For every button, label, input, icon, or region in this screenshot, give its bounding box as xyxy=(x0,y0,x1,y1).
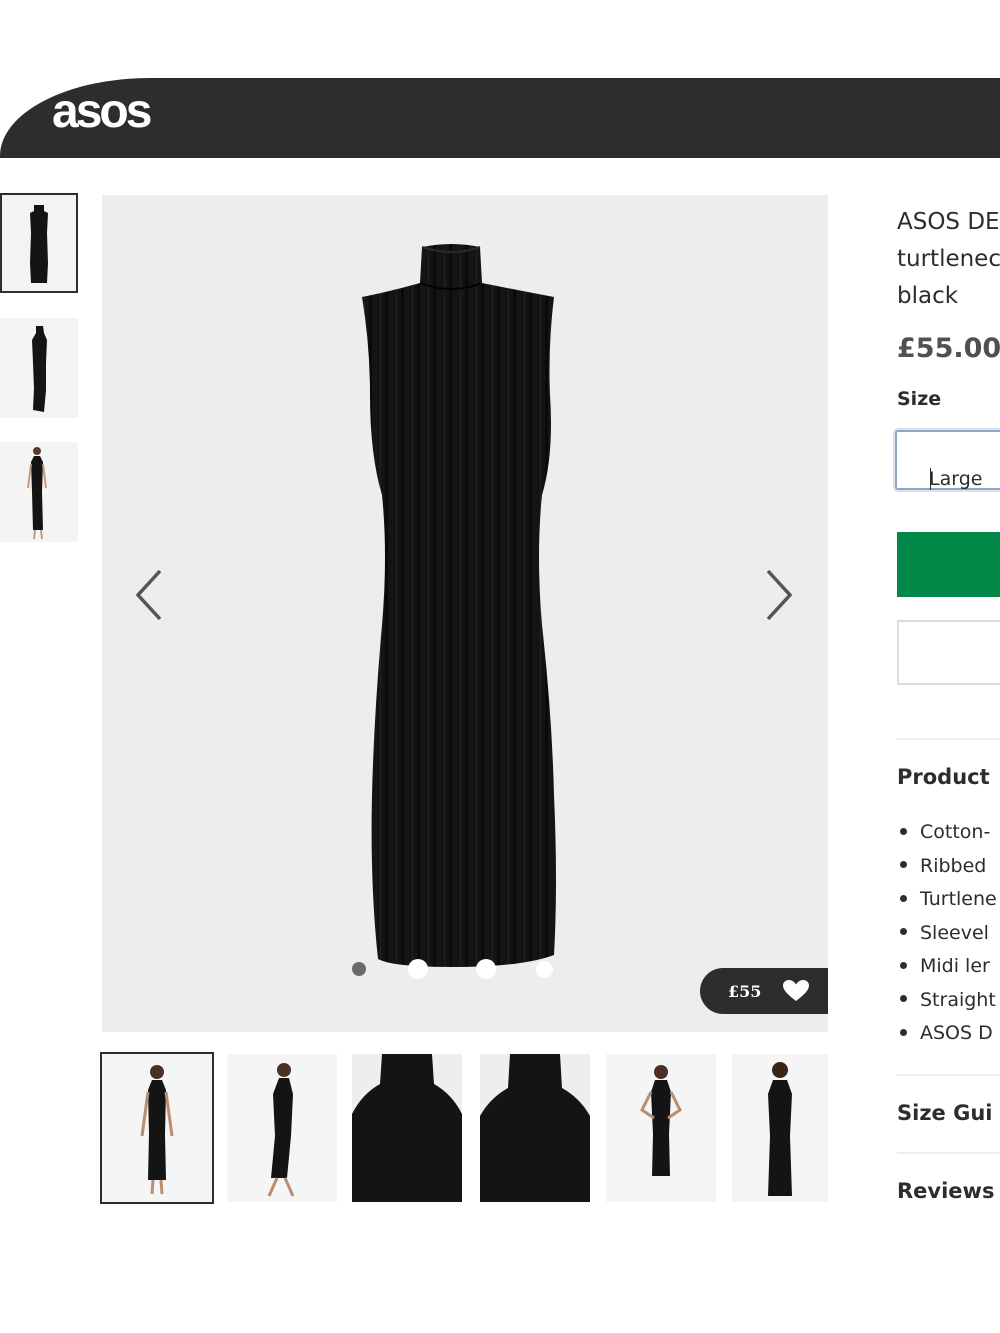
add-to-bag-button[interactable] xyxy=(897,532,1000,597)
menu-icon[interactable] xyxy=(0,115,17,125)
bottom-thumbnail-4[interactable] xyxy=(480,1054,590,1202)
model-side-thumbnail-image xyxy=(227,1054,337,1202)
ribbed-dress-image xyxy=(362,244,556,967)
main-product-image[interactable]: £55 xyxy=(102,195,828,1032)
model-pose-thumbnail-image xyxy=(606,1054,716,1202)
reviews-link[interactable]: Reviews xyxy=(897,1179,1000,1203)
neck-detail-thumbnail-image xyxy=(352,1054,462,1202)
model-thumbnail-image xyxy=(0,442,78,542)
list-item: Straight xyxy=(897,984,1000,1018)
bottom-thumbnail-2[interactable] xyxy=(227,1054,337,1202)
size-label: Size xyxy=(897,388,942,410)
side-thumbnail-side[interactable] xyxy=(0,318,78,418)
model-front-thumbnail-image xyxy=(102,1054,212,1202)
side-thumbnail-model[interactable] xyxy=(0,442,78,542)
carousel-dot-3[interactable] xyxy=(476,959,496,979)
list-item: Midi ler xyxy=(897,950,1000,984)
bottom-thumbnail-5[interactable] xyxy=(606,1054,716,1202)
dress-side-thumbnail-image xyxy=(0,318,78,418)
list-item: Cotton- xyxy=(897,816,1000,850)
price-tag: £55 xyxy=(728,981,762,1001)
product-details-heading[interactable]: Product xyxy=(897,765,1000,789)
bottom-thumbnail-3[interactable] xyxy=(352,1054,462,1202)
price-save-pill[interactable]: £55 xyxy=(700,968,828,1014)
size-select[interactable]: Large xyxy=(895,430,1000,490)
dress-front-thumbnail-image xyxy=(0,193,78,293)
chevron-left-icon xyxy=(135,569,162,621)
size-guide-link[interactable]: Size Gui xyxy=(897,1101,1000,1125)
product-price: £55.00 xyxy=(897,333,1000,364)
bottom-thumbnail-6[interactable] xyxy=(732,1054,828,1202)
product-title: ASOS DE turtlenec black xyxy=(897,204,1000,315)
divider xyxy=(897,1074,1000,1076)
divider xyxy=(897,738,1000,740)
text-cursor xyxy=(930,468,931,490)
carousel-dot-2[interactable] xyxy=(408,959,428,979)
heart-icon[interactable] xyxy=(782,979,810,1003)
product-title-line-3: black xyxy=(897,283,959,309)
model-back-thumbnail-image xyxy=(732,1054,828,1202)
list-item: Sleevel xyxy=(897,917,1000,951)
size-select-value: Large xyxy=(929,468,983,490)
product-title-line-1: ASOS DE xyxy=(897,209,1000,235)
chevron-right-icon xyxy=(766,569,793,621)
side-thumbnail-front[interactable] xyxy=(0,193,78,293)
carousel-dots xyxy=(352,957,572,981)
next-image-button[interactable] xyxy=(754,560,804,630)
list-item: Turtlene xyxy=(897,883,1000,917)
neck-detail-thumbnail-image xyxy=(480,1054,590,1202)
site-header: asos xyxy=(0,78,1000,158)
product-title-line-2: turtlenec xyxy=(897,246,1000,272)
previous-image-button[interactable] xyxy=(124,560,174,630)
carousel-dot-4[interactable] xyxy=(536,961,553,978)
carousel-dot-1[interactable] xyxy=(352,962,366,976)
asos-logo[interactable]: asos xyxy=(52,84,152,139)
divider xyxy=(897,1152,1000,1154)
save-for-later-button[interactable] xyxy=(897,620,1000,685)
list-item: Ribbed xyxy=(897,850,1000,884)
list-item: ASOS D xyxy=(897,1017,1000,1051)
bottom-thumbnail-1[interactable] xyxy=(100,1052,214,1204)
product-details-list: Cotton- Ribbed Turtlene Sleevel Midi ler… xyxy=(897,816,1000,1051)
